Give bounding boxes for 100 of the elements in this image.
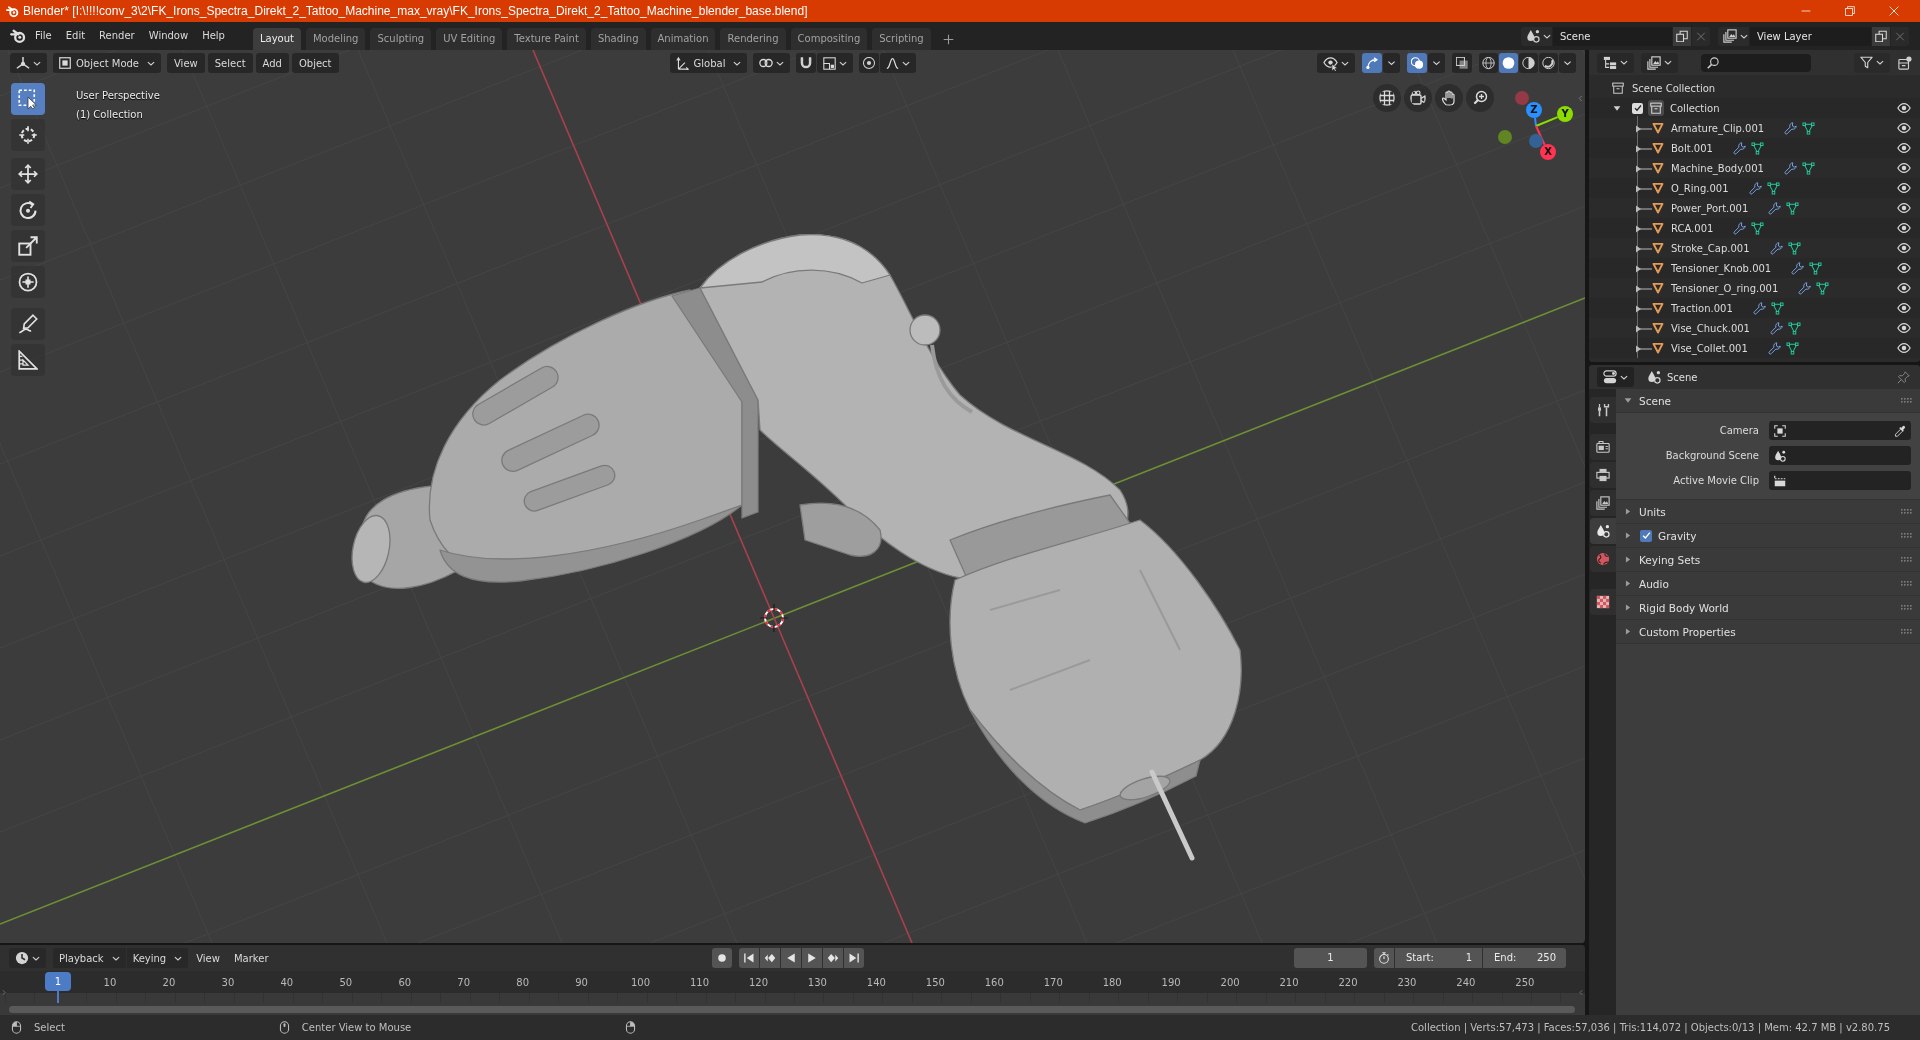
workspace-tab[interactable]: Sculpting: [370, 28, 432, 50]
scene-browse-button[interactable]: [1521, 26, 1552, 46]
visibility-button[interactable]: [1317, 53, 1355, 73]
editor-type-button[interactable]: [9, 948, 46, 968]
scene-name-field[interactable]: Scene: [1553, 26, 1672, 46]
eye-icon[interactable]: [1897, 121, 1911, 135]
search-field[interactable]: [1701, 53, 1811, 72]
tree-item-label[interactable]: RCA.001: [1671, 222, 1714, 234]
eye-icon[interactable]: [1897, 221, 1911, 235]
workspace-tab[interactable]: Layout: [252, 28, 301, 50]
mesh-data-icon[interactable]: [1785, 341, 1799, 355]
wrench-icon[interactable]: [1791, 261, 1805, 275]
menu-button[interactable]: View: [189, 952, 227, 964]
workspace-tab[interactable]: Compositing: [790, 28, 868, 50]
tree-item-label[interactable]: Bolt.001: [1671, 142, 1713, 154]
tree-item-label[interactable]: Armature_Clip.001: [1671, 122, 1765, 134]
mesh-data-icon[interactable]: [1750, 141, 1764, 155]
caret-icon[interactable]: [1383, 53, 1400, 73]
zoom-icon[interactable]: [1466, 84, 1494, 112]
mesh-data-icon[interactable]: [1786, 201, 1800, 215]
mesh-data-icon[interactable]: [1801, 161, 1815, 175]
disclosure-triangle-icon[interactable]: [1624, 397, 1632, 404]
eye-icon[interactable]: [1897, 321, 1911, 335]
mesh-data-icon[interactable]: [1802, 121, 1816, 135]
eye-icon[interactable]: [1897, 161, 1911, 175]
printer-icon[interactable]: [1590, 462, 1616, 488]
magnet-icon[interactable]: [796, 53, 817, 73]
view-layer-browse-button[interactable]: [1718, 26, 1749, 46]
close-icon[interactable]: [1889, 6, 1899, 16]
tree-item-label[interactable]: O_Ring.001: [1671, 182, 1729, 194]
keyframe-track[interactable]: [0, 993, 1585, 1003]
disclosure-triangle-icon[interactable]: [1624, 508, 1632, 515]
checkbox[interactable]: [1632, 102, 1643, 114]
mesh-data-icon[interactable]: [1770, 301, 1784, 315]
caret-icon[interactable]: [1559, 53, 1576, 73]
mesh-data-icon[interactable]: [1787, 241, 1801, 255]
scene-icon[interactable]: [1590, 518, 1616, 544]
disclosure-triangle-icon[interactable]: [1624, 604, 1632, 611]
tree-item-label[interactable]: Collection: [1670, 102, 1720, 114]
tree-item-label[interactable]: Tensioner_Knob.001: [1671, 262, 1772, 274]
workspace-tab[interactable]: Texture Paint: [507, 28, 586, 50]
wrench-icon[interactable]: [1783, 161, 1797, 175]
mesh-data-icon[interactable]: [1816, 281, 1830, 295]
gizmo-toggle-icon[interactable]: [1362, 53, 1382, 73]
transform-icon[interactable]: [11, 266, 45, 298]
wrench-icon[interactable]: [1733, 221, 1747, 235]
current-frame-handle[interactable]: 1: [45, 972, 71, 991]
next-keyframe-icon[interactable]: [822, 948, 843, 968]
menu-button[interactable]: Add: [255, 53, 289, 73]
gizmo-axis-button[interactable]: X: [1540, 144, 1556, 160]
xray-toggle-icon[interactable]: [1452, 53, 1472, 73]
drag-handle-icon[interactable]: [1901, 533, 1912, 538]
disclosure-triangle-icon[interactable]: [1613, 104, 1621, 112]
pivot-point-button[interactable]: [753, 53, 791, 73]
disclosure-triangle-icon[interactable]: [1624, 580, 1632, 587]
jump-to-end-icon[interactable]: [843, 948, 864, 968]
eye-icon[interactable]: [1897, 261, 1911, 275]
editor-type-button[interactable]: [1597, 52, 1634, 73]
half-shaded-sphere-icon[interactable]: [1519, 53, 1538, 73]
new-collection-icon[interactable]: [1898, 55, 1912, 70]
workspace-tab[interactable]: Scripting: [872, 28, 931, 50]
scale-icon[interactable]: [11, 230, 45, 262]
tree-item-label[interactable]: Scene Collection: [1632, 82, 1716, 94]
timeline-scrollbar[interactable]: [9, 1005, 1575, 1013]
previous-keyframe-icon[interactable]: [759, 948, 780, 968]
eye-icon[interactable]: [1897, 341, 1911, 355]
wrench-icon[interactable]: [1798, 281, 1812, 295]
view-layer-name-field[interactable]: View Layer: [1750, 26, 1871, 46]
drag-handle-icon[interactable]: [1901, 629, 1912, 634]
mode-dropdown[interactable]: Object Mode: [53, 53, 161, 73]
editor-type-button[interactable]: [1597, 367, 1634, 387]
drag-handle-icon[interactable]: [1901, 398, 1912, 403]
select-box-icon[interactable]: [11, 83, 45, 115]
tree-item-label[interactable]: Vise_Collet.001: [1671, 342, 1748, 354]
copy-icon[interactable]: [1673, 26, 1691, 46]
tree-item-label[interactable]: Stroke_Cap.001: [1671, 242, 1750, 254]
wrench-icon[interactable]: [1752, 301, 1766, 315]
current-frame-field[interactable]: 1: [1294, 948, 1367, 968]
camera-back-icon[interactable]: [1590, 434, 1616, 460]
wireframe-sphere-icon[interactable]: [1479, 53, 1498, 73]
menu-item[interactable]: File: [28, 26, 59, 46]
wrench-icon[interactable]: [1748, 181, 1762, 195]
menu-item[interactable]: Help: [195, 26, 232, 46]
tree-item-label[interactable]: Power_Port.001: [1671, 202, 1749, 214]
falloff-button[interactable]: [880, 53, 917, 73]
dropdown-menu[interactable]: Keying: [126, 948, 189, 968]
gizmo-axis-button[interactable]: Z: [1526, 102, 1542, 118]
blender-logo-icon[interactable]: [10, 28, 26, 44]
object-field[interactable]: [1769, 421, 1911, 440]
tree-item-label[interactable]: Tensioner_O_ring.001: [1671, 282, 1779, 294]
movie-camera-icon[interactable]: [1404, 84, 1432, 112]
shaded-sphere-icon[interactable]: [1539, 53, 1558, 73]
eye-icon[interactable]: [1897, 101, 1911, 115]
wrench-icon[interactable]: [1767, 341, 1781, 355]
play-icon[interactable]: [801, 948, 822, 968]
jump-to-start-icon[interactable]: [738, 948, 759, 968]
menu-button[interactable]: Select: [207, 53, 253, 73]
hand-icon[interactable]: [1435, 84, 1463, 112]
mesh-data-icon[interactable]: [1809, 261, 1823, 275]
drag-handle-icon[interactable]: [1901, 557, 1912, 562]
